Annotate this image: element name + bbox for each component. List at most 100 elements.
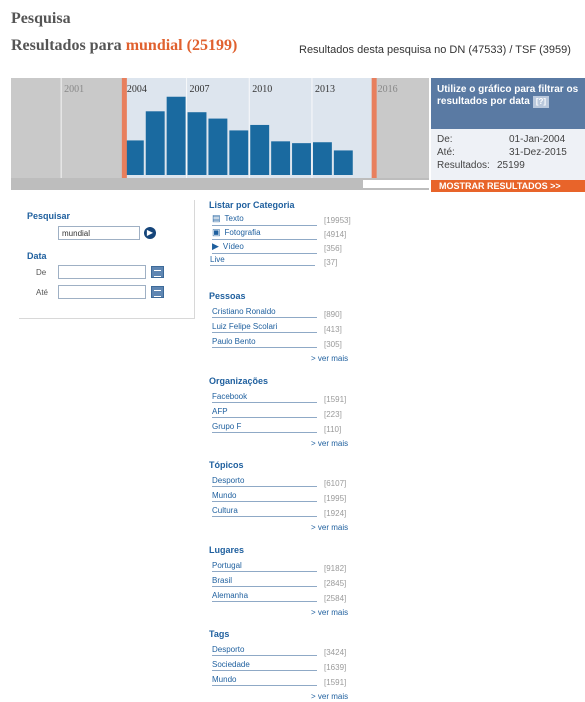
category-label: Texto	[224, 214, 244, 223]
category-label: Live	[210, 255, 225, 264]
facet-item[interactable]: Brasil	[212, 576, 317, 587]
date-from-input[interactable]	[58, 265, 146, 279]
facet-count: [1924]	[324, 509, 347, 518]
facet-count: [413]	[324, 325, 342, 334]
search-input[interactable]	[58, 226, 140, 240]
facet-count: [110]	[324, 425, 342, 434]
date-to-label: Até	[36, 288, 49, 297]
filter-hint-text: Utilize o gráfico para filtrar os result…	[437, 84, 579, 107]
date-from-label: De	[36, 268, 47, 277]
category-count: [4914]	[324, 230, 347, 239]
chart-bar	[124, 140, 144, 175]
category-count: [356]	[324, 244, 342, 253]
chart-tick-label: 2007	[190, 84, 210, 95]
facet-count: [1591]	[324, 678, 347, 687]
facet-item[interactable]: Alemanha	[212, 591, 317, 602]
chart-tick-label: 2016	[378, 84, 398, 95]
chart-tick-label: 2004	[127, 84, 147, 95]
ver-mais-link[interactable]: > ver mais	[311, 608, 348, 617]
chart-tick-label: 2013	[315, 84, 335, 95]
results-heading: Resultados para mundial (25199)	[11, 37, 237, 55]
facet-count: [3424]	[324, 648, 347, 657]
chart-bar	[292, 143, 311, 175]
chart-bar	[229, 130, 249, 175]
facet-count: [890]	[324, 310, 342, 319]
category-item-text[interactable]: ▤ Texto	[212, 213, 317, 226]
to-label: Até:	[437, 147, 455, 158]
facet-item[interactable]: Mundo	[212, 491, 317, 502]
facet-count: [1995]	[324, 494, 347, 503]
chart-bar	[208, 118, 228, 175]
video-icon: ▶	[212, 241, 219, 251]
chart-bar	[145, 111, 165, 175]
category-item-video[interactable]: ▶ Vídeo	[212, 241, 317, 254]
facet-count: [2584]	[324, 594, 347, 603]
help-icon[interactable]: [?]	[532, 96, 550, 108]
chart-bar	[333, 150, 353, 175]
facet-item[interactable]: Cultura	[212, 506, 317, 517]
chart-tick-label: 2010	[252, 84, 272, 95]
facet-item[interactable]: Grupo F	[212, 422, 317, 433]
chart-bar	[312, 142, 332, 175]
facet-heading: Tópicos	[209, 460, 244, 470]
query-count: (25199)	[186, 37, 238, 54]
date-to-input[interactable]	[58, 285, 146, 299]
facet-count: [1639]	[324, 663, 347, 672]
category-count: [37]	[324, 258, 338, 267]
chart-bar	[187, 112, 207, 175]
chart-bar	[250, 124, 270, 175]
show-results-button[interactable]: MOSTRAR RESULTADOS >>	[431, 180, 585, 192]
search-submit-icon[interactable]: ▶	[144, 227, 156, 239]
facet-item[interactable]: Portugal	[212, 561, 317, 572]
facet-item[interactable]: Desporto	[212, 476, 317, 487]
results-prefix: Resultados para	[11, 37, 122, 54]
facet-item[interactable]: Sociedade	[212, 660, 317, 671]
facet-heading: Organizações	[209, 376, 269, 386]
chart-range-handle-right	[371, 78, 377, 178]
facet-count: [9182]	[324, 564, 347, 573]
chart-scrollbar-gap	[363, 180, 429, 188]
facet-count: [223]	[324, 410, 342, 419]
facet-count: [6107]	[324, 479, 347, 488]
ver-mais-link[interactable]: > ver mais	[311, 523, 348, 532]
facet-heading: Tags	[209, 629, 230, 639]
facet-item[interactable]: Cristiano Ronaldo	[212, 307, 317, 318]
facet-heading: Lugares	[209, 545, 245, 555]
facet-item[interactable]: Desporto	[212, 645, 317, 656]
filter-hint: Utilize o gráfico para filtrar os result…	[437, 84, 582, 108]
category-item-live[interactable]: Live	[210, 255, 315, 266]
chart-bar	[166, 96, 186, 175]
search-label: Pesquisar	[27, 211, 71, 221]
ver-mais-link[interactable]: > ver mais	[311, 692, 348, 701]
facet-item[interactable]: AFP	[212, 407, 317, 418]
results-value: 25199	[497, 160, 525, 171]
source-line: Resultados desta pesquisa no DN (47533) …	[299, 44, 571, 56]
category-label: Fotografia	[224, 228, 261, 237]
category-heading: Listar por Categoria	[209, 200, 295, 210]
facet-item[interactable]: Luiz Felipe Scolari	[212, 322, 317, 333]
page-title: Pesquisa	[11, 10, 71, 27]
date-histogram-chart[interactable]: 2001 2004 2007 2010 2013 2016	[11, 78, 429, 178]
category-item-photo[interactable]: ▣ Fotografia	[212, 227, 317, 240]
chart-tick-label: 2001	[64, 84, 84, 95]
facet-count: [1591]	[324, 395, 347, 404]
facet-heading: Pessoas	[209, 291, 246, 301]
date-label: Data	[27, 251, 47, 261]
text-icon: ▤	[212, 213, 221, 223]
chart-range-handle-left	[121, 78, 127, 178]
chart-svg[interactable]: 2001 2004 2007 2010 2013 2016	[11, 78, 429, 178]
chart-bar	[271, 141, 291, 175]
calendar-to-icon[interactable]	[151, 286, 164, 298]
category-label: Vídeo	[222, 242, 244, 251]
from-label: De:	[437, 134, 453, 145]
ver-mais-link[interactable]: > ver mais	[311, 439, 348, 448]
facet-count: [2845]	[324, 579, 347, 588]
to-value: 31-Dez-2015	[509, 147, 567, 158]
calendar-from-icon[interactable]	[151, 266, 164, 278]
results-label: Resultados:	[437, 160, 490, 171]
ver-mais-link[interactable]: > ver mais	[311, 354, 348, 363]
facet-item[interactable]: Facebook	[212, 392, 317, 403]
facet-item[interactable]: Paulo Bento	[212, 337, 317, 348]
facet-item[interactable]: Mundo	[212, 675, 317, 686]
facet-count: [305]	[324, 340, 342, 349]
